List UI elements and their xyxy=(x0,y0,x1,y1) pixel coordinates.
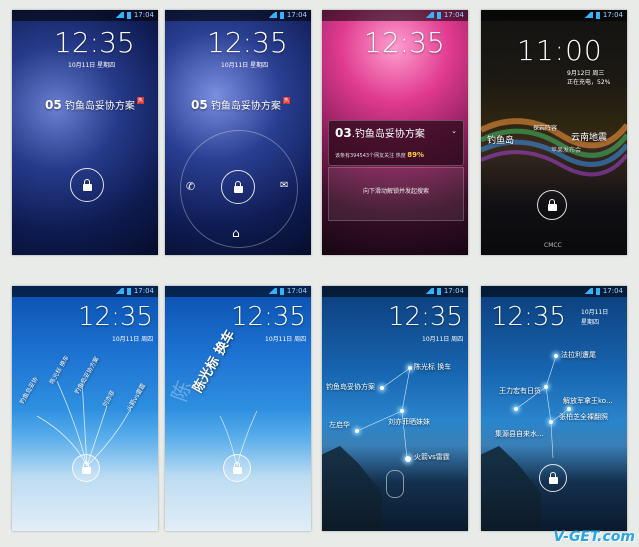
news-card[interactable]: 03.钓鱼岛妥协方案 ⌄ 该条有394543个网友关注 热度 89% xyxy=(328,120,464,166)
status-bar: 17:04 xyxy=(165,10,311,21)
slide-hint: 向下滑动解锁并发起搜索 xyxy=(362,188,429,195)
lock-icon xyxy=(82,178,92,191)
screen-4-dark-waves: 17:04 11:00 9月12日 周三 正在充电，52% 钓鱼岛 探岩阵容 云… xyxy=(481,10,627,255)
node-label-4[interactable]: 集源县自来水... xyxy=(495,429,544,439)
date: 9月12日 周三 xyxy=(567,70,605,77)
star-node xyxy=(567,407,571,411)
constellation-lines xyxy=(515,355,570,459)
star-node xyxy=(355,429,359,433)
unlock-button[interactable] xyxy=(221,170,255,204)
battery-icon xyxy=(436,11,441,19)
tag-2[interactable]: 云南地震 xyxy=(571,130,607,143)
signal-icon xyxy=(266,12,277,18)
signal-icon xyxy=(113,12,124,18)
screen-5-ocean-branches: 17:04 12:35 10月11日 周四 钓鱼岛妥协 陈光标 换车 钓鱼岛妥协… xyxy=(12,286,158,531)
headline-number: 05 xyxy=(45,98,62,112)
node-label-1[interactable]: 王力宏有日货 xyxy=(499,386,541,396)
clock: 12:35 xyxy=(364,26,445,59)
battery-icon xyxy=(126,11,131,19)
carrier-label: CMCC xyxy=(544,242,562,249)
unlock-button[interactable] xyxy=(539,464,567,492)
headline-text: 钓鱼岛妥协方案 xyxy=(210,101,281,112)
mail-icon[interactable]: ✉ xyxy=(280,180,288,191)
screen-7-night-constellation: 17:04 12:35 10月11日 周四 陈光标 换车 钓鱼岛妥协方案 刘亦菲… xyxy=(322,286,468,531)
battery-icon xyxy=(595,11,600,19)
tag-0[interactable]: 钓鱼岛 xyxy=(487,133,514,146)
news-headline[interactable]: 05 钓鱼岛妥协方案热 xyxy=(191,97,290,112)
status-time: 17:04 xyxy=(443,11,464,19)
node-label-2[interactable]: 刘亦菲晒妹妹 xyxy=(388,417,430,427)
lock-icon xyxy=(233,180,243,193)
status-time: 17:04 xyxy=(602,11,623,19)
star-node xyxy=(400,409,404,413)
card-stats-row: 该条有394543个网友关注 热度 89% xyxy=(335,151,424,159)
lock-icon xyxy=(81,461,91,474)
unlock-button[interactable] xyxy=(70,168,104,202)
status-bar: 17:04 xyxy=(322,10,468,21)
screen-2-blueberry-ring: 17:04 12:35 10月11日 星期四 05 钓鱼岛妥协方案热 ✆ ✉ ⌂ xyxy=(165,10,311,255)
node-label-0[interactable]: 法拉利遭尾 xyxy=(561,350,596,360)
lock-icon xyxy=(548,471,558,484)
star-node xyxy=(380,386,384,390)
node-label-0[interactable]: 陈光标 换车 xyxy=(414,362,451,372)
node-label-3[interactable]: 左启华 xyxy=(329,420,350,430)
card-number: 03 xyxy=(335,126,352,140)
headline-number: 05 xyxy=(191,98,208,112)
heat-label: 热度 xyxy=(395,153,406,159)
star-node xyxy=(408,366,412,370)
branch-lines xyxy=(36,380,133,467)
node-label-2[interactable]: 解放军拿王ko... xyxy=(563,396,613,406)
slide-search-panel[interactable]: 向下滑动解锁并发起搜索 xyxy=(328,167,464,221)
card-headline: 03.钓鱼岛妥协方案 xyxy=(335,126,425,140)
screen-6-ocean-drag: 17:04 12:35 10月11日 周四 陈 陈光标 换车 xyxy=(165,286,311,531)
date: 10月11日 星期四 xyxy=(221,62,269,69)
star-node xyxy=(554,354,558,358)
status-time: 17:04 xyxy=(133,11,154,19)
home-icon[interactable]: ⌂ xyxy=(232,226,240,240)
lock-icon xyxy=(232,461,242,474)
tag-3[interactable]: 苹果发布会 xyxy=(551,145,581,154)
clock: 12:35 xyxy=(54,26,135,59)
star-node xyxy=(549,420,553,424)
status-time: 17:04 xyxy=(286,11,307,19)
branch-lines xyxy=(219,410,258,467)
charging-status: 正在充电，52% xyxy=(567,79,611,86)
signal-icon xyxy=(582,12,593,18)
unlock-button[interactable] xyxy=(537,190,567,220)
status-bar: 17:04 xyxy=(481,10,627,21)
status-bar: 17:04 xyxy=(12,10,158,21)
hot-badge: 热 xyxy=(136,97,144,104)
node-label-1[interactable]: 钓鱼岛妥协方案 xyxy=(326,382,375,392)
drag-down-indicator[interactable] xyxy=(386,470,404,498)
clock: 12:35 xyxy=(207,26,288,59)
news-headline[interactable]: 05 钓鱼岛妥协方案热 xyxy=(45,97,144,112)
card-title: 钓鱼岛妥协方案 xyxy=(354,129,425,140)
hot-badge: 热 xyxy=(282,97,290,104)
heat-value: 89% xyxy=(407,151,425,159)
lock-icon xyxy=(547,198,557,211)
clock: 11:00 xyxy=(517,34,603,67)
screen-1-blueberry: 17:04 12:35 10月11日 星期四 05 钓鱼岛妥协方案热 xyxy=(12,10,158,255)
unlock-button[interactable] xyxy=(72,454,100,482)
site-watermark: V-GET.com xyxy=(553,529,635,545)
star-node xyxy=(514,407,518,411)
card-stats: 该条有394543个网友关注 xyxy=(335,153,395,159)
date: 10月11日 星期四 xyxy=(68,62,116,69)
signal-icon xyxy=(423,12,434,18)
battery-icon xyxy=(279,11,284,19)
chevron-down-icon[interactable]: ⌄ xyxy=(451,127,457,135)
phone-icon[interactable]: ✆ xyxy=(186,180,195,193)
node-label-4[interactable]: 火箭vs雷霆 xyxy=(414,452,450,462)
star-node xyxy=(544,385,548,389)
screen-3-pink-card: 17:04 12:35 03.钓鱼岛妥协方案 ⌄ 该条有394543个网友关注 … xyxy=(322,10,468,255)
tag-1[interactable]: 探岩阵容 xyxy=(533,123,557,132)
headline-text: 钓鱼岛妥协方案 xyxy=(64,101,135,112)
node-label-3[interactable]: 张柏芝全裸翻照 xyxy=(559,412,608,422)
screen-8-night-constellation: 17:04 12:35 10月11日 星期四 法拉利遭尾 王力宏有日货 解放军拿… xyxy=(481,286,627,531)
star-node xyxy=(405,456,411,462)
unlock-button[interactable] xyxy=(223,454,251,482)
